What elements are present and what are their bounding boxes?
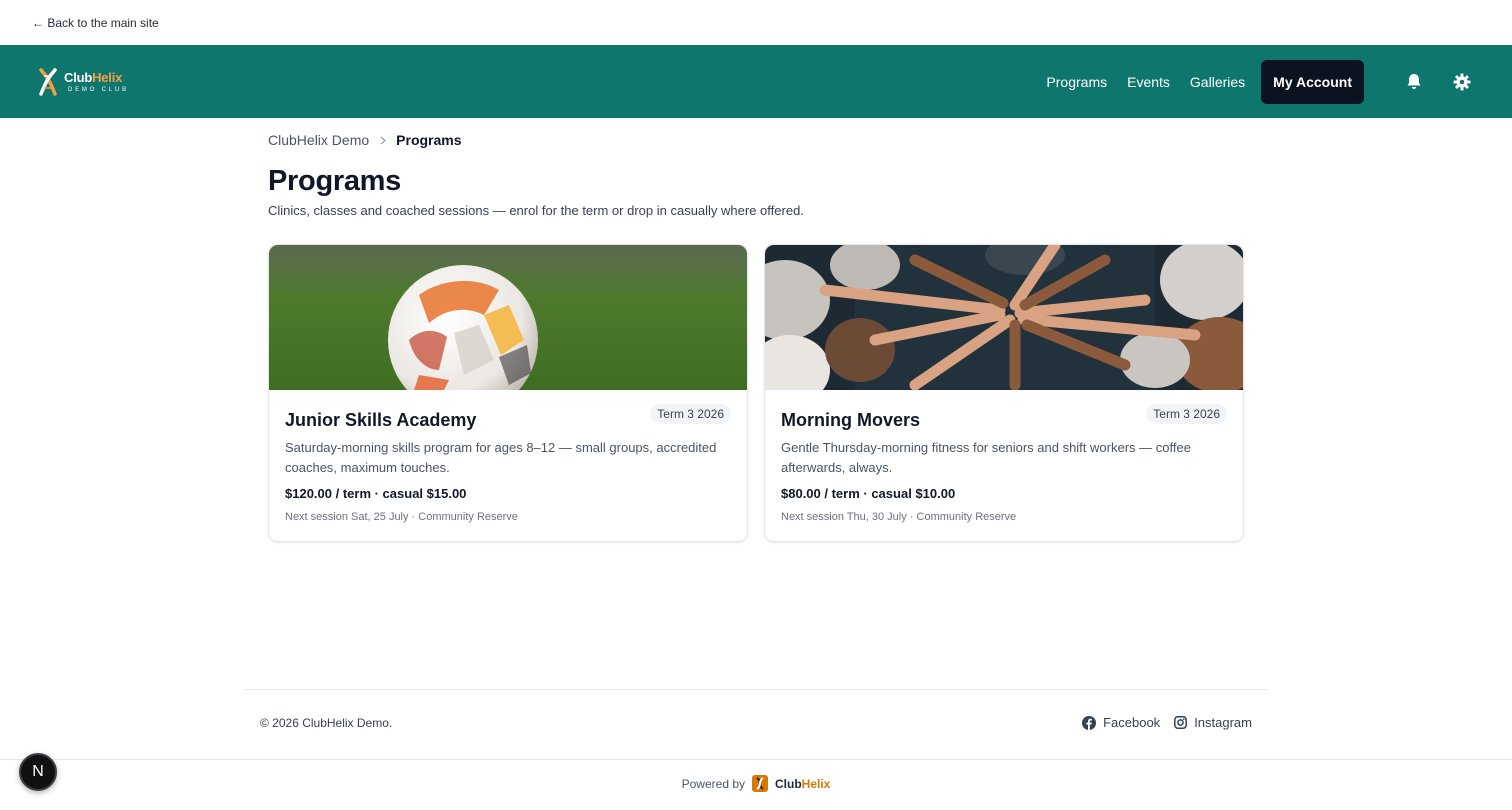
- helix-logo-icon: [39, 67, 57, 96]
- program-price: $120.00 / term · casual $15.00: [285, 486, 467, 501]
- term-badge: Term 3 2026: [650, 404, 731, 424]
- facebook-link[interactable]: Facebook: [1082, 715, 1160, 730]
- my-account-button[interactable]: My Account: [1261, 59, 1364, 104]
- dev-tools-badge[interactable]: N: [19, 753, 57, 791]
- nav-link-galleries[interactable]: Galleries: [1190, 74, 1245, 90]
- powered-brand[interactable]: ClubHelix: [775, 777, 830, 791]
- facebook-icon: [1082, 715, 1097, 730]
- facebook-label: Facebook: [1103, 715, 1161, 730]
- breadcrumb-root-link[interactable]: ClubHelix Demo: [268, 132, 369, 148]
- club-logo[interactable]: ClubHelix DEMO CLUB: [38, 67, 129, 96]
- back-to-main-site-link[interactable]: ← Back to the main site: [32, 16, 159, 30]
- page-subtitle: Clinics, classes and coached sessions — …: [268, 203, 804, 218]
- instagram-label: Instagram: [1194, 715, 1252, 730]
- nav-link-events[interactable]: Events: [1127, 74, 1170, 90]
- topbar: ← Back to the main site: [0, 0, 1512, 45]
- instagram-link[interactable]: Instagram: [1174, 715, 1252, 730]
- footer-copyright: © 2026 ClubHelix Demo.: [260, 715, 393, 730]
- nav-link-programs[interactable]: Programs: [1046, 74, 1107, 90]
- social-links: Facebook Instagram: [1082, 715, 1252, 730]
- breadcrumb: ClubHelix Demo Programs: [268, 132, 1244, 148]
- footer-divider: [244, 689, 1268, 690]
- program-card-morning-movers[interactable]: Term 3 2026 Morning Movers Gentle Thursd…: [764, 244, 1244, 542]
- powered-divider: [0, 759, 1512, 760]
- soccer-ball-image: [269, 245, 747, 390]
- program-price: $80.00 / term · casual $10.00: [781, 486, 956, 501]
- clubhelix-logo-icon: [752, 775, 768, 792]
- main-content: ClubHelix Demo Programs Programs Clinics…: [268, 118, 1244, 542]
- powered-by-label: Powered by: [681, 776, 745, 791]
- program-card-junior-skills-academy[interactable]: Term 3 2026 Junior Skills Academy Saturd…: [268, 244, 748, 542]
- powered-by: Powered by ClubHelix: [0, 775, 1512, 792]
- breadcrumb-current: Programs: [396, 132, 462, 148]
- team-hands-image: [765, 245, 1243, 390]
- program-description: Gentle Thursday-morning fitness for seni…: [781, 440, 1191, 475]
- footer: © 2026 ClubHelix Demo. Facebook Instagra…: [260, 715, 1252, 730]
- logo-name: ClubHelix: [64, 69, 123, 85]
- program-cards: Term 3 2026 Junior Skills Academy Saturd…: [268, 244, 1244, 542]
- gear-icon[interactable]: [1450, 70, 1474, 94]
- chevron-right-icon: [380, 136, 387, 145]
- bell-icon[interactable]: [1402, 70, 1426, 94]
- page-title: Programs: [268, 165, 401, 197]
- program-description: Saturday-morning skills program for ages…: [285, 440, 717, 475]
- term-badge: Term 3 2026: [1146, 404, 1227, 424]
- program-next-session: Next session Thu, 30 July · Community Re…: [781, 511, 1017, 523]
- program-next-session: Next session Sat, 25 July · Community Re…: [285, 511, 518, 523]
- instagram-icon: [1174, 716, 1188, 729]
- navbar: ClubHelix DEMO CLUB Programs Events Gall…: [0, 45, 1512, 118]
- logo-subtitle: DEMO CLUB: [68, 86, 129, 93]
